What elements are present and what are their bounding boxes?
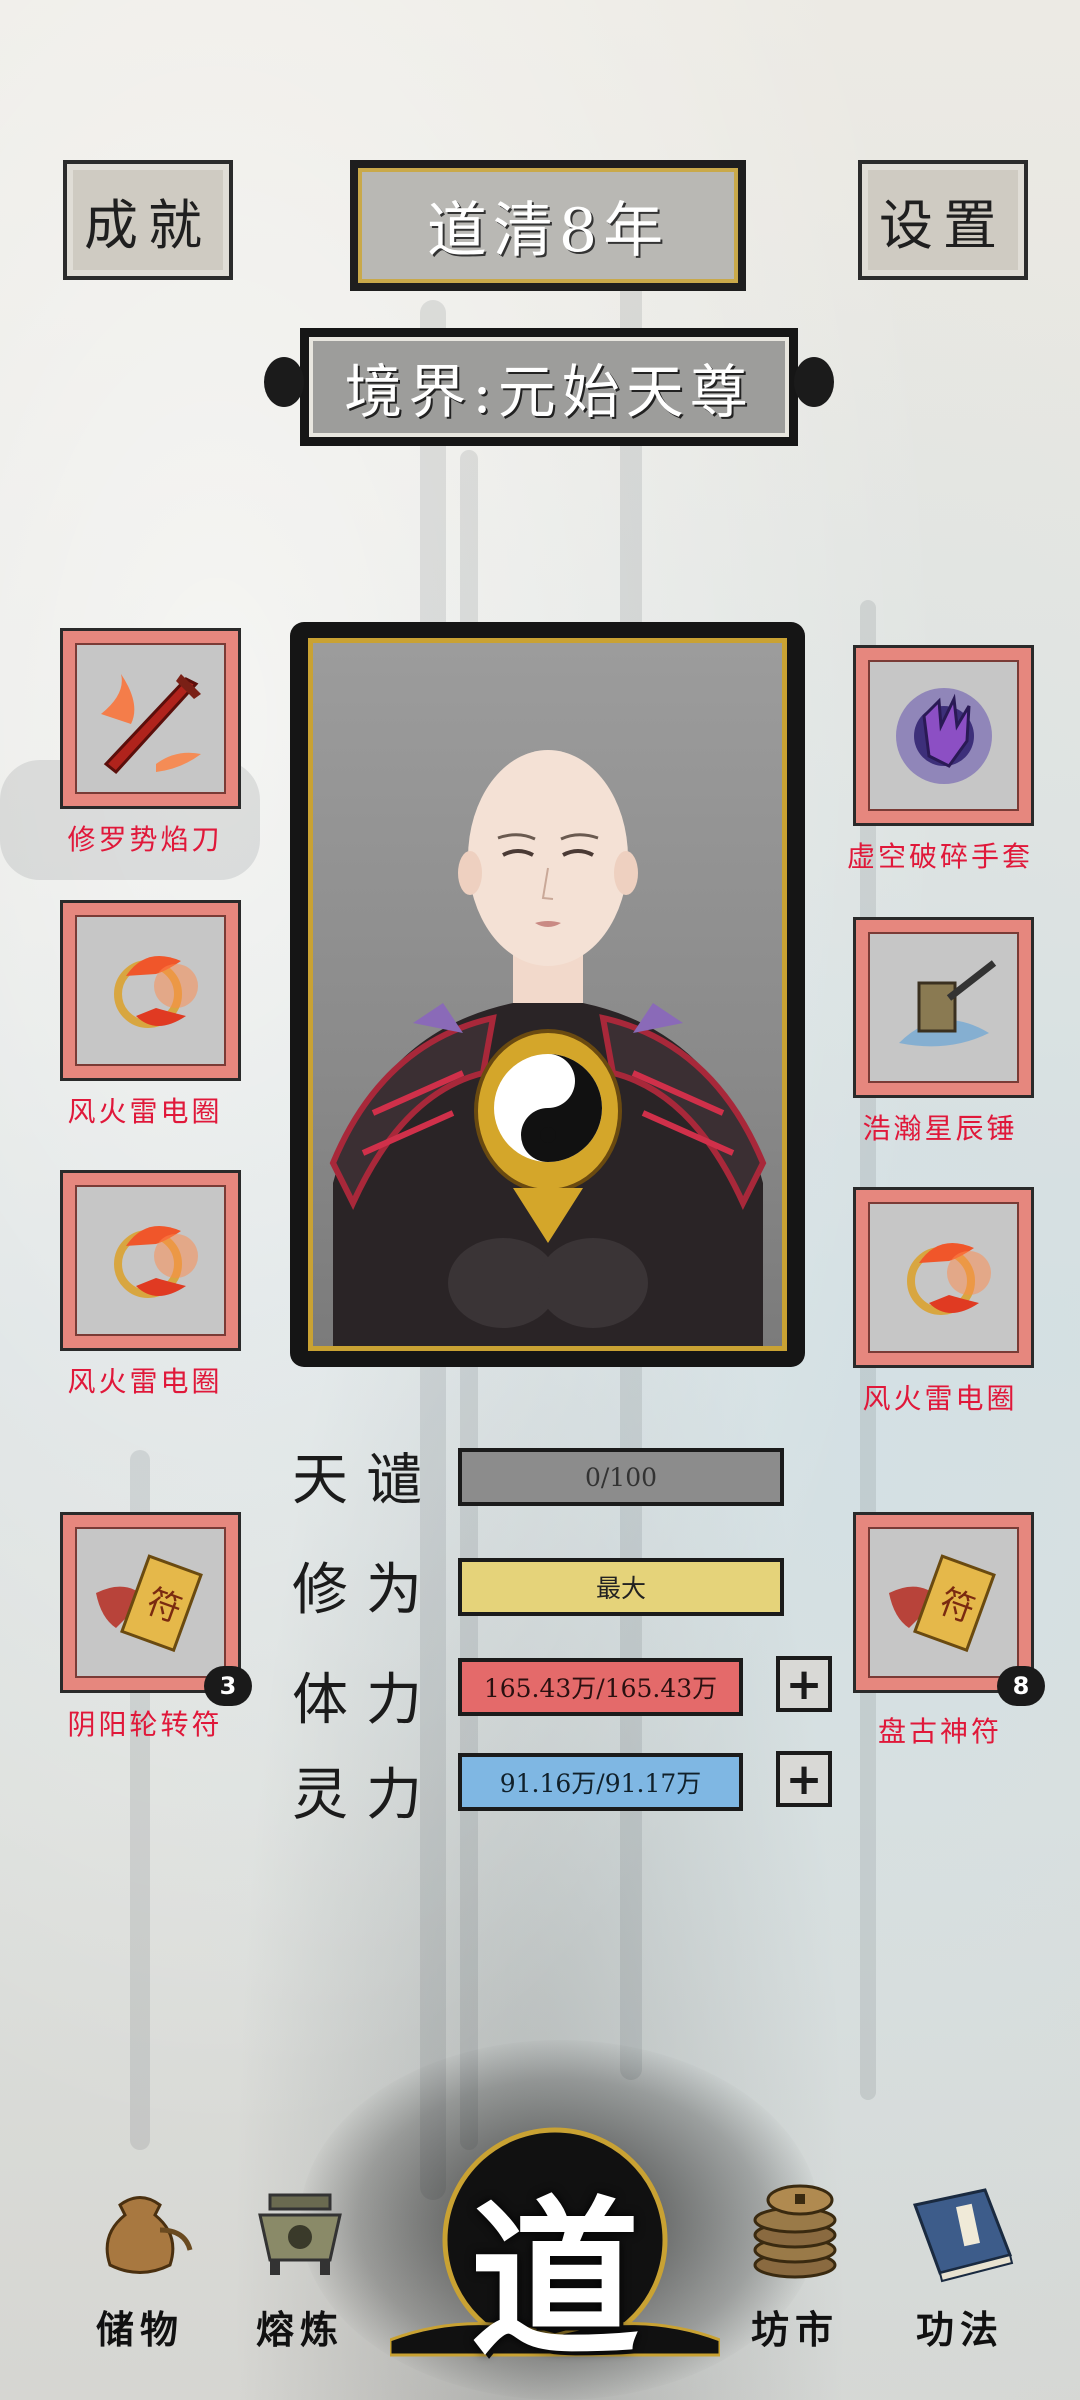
talisman-icon: 符 [75,1527,226,1678]
cauldron-icon [258,2193,342,2275]
character-avatar [329,750,767,1346]
cultivation-bar: 最大 [458,1558,784,1616]
item-count-badge: 3 [204,1666,252,1706]
equipment-name: 浩瀚星辰锤 [862,1112,1018,1145]
book-icon [912,2188,1014,2283]
equipment-name: 风火雷电圈 [862,1382,1018,1415]
plus-icon: + [785,1753,823,1805]
spirit-label: 灵力 [292,1763,440,1828]
spirit-value: 91.16万/91.17万 [499,1769,702,1798]
dao-main-button[interactable]: 道 [390,2120,720,2380]
spirit-bar: 91.16万/91.17万 [458,1753,743,1811]
nav-skills-label: 功法 [915,2307,1004,2352]
stamina-bar: 165.43万/165.43万 [458,1658,743,1716]
tribulation-value: 0/100 [584,1462,658,1492]
tribulation-bar: 0/100 [458,1448,784,1506]
equipment-slot-left-3[interactable] [60,1170,241,1351]
realm-text: 境界:元始天尊 [344,358,754,426]
add-spirit-button[interactable]: + [776,1751,832,1807]
equipment-slot-left-4[interactable]: 符 3 [60,1512,252,1706]
year-title: 道清8年 [426,196,670,266]
fire-ring-icon [75,1185,226,1336]
pouch-icon [105,2196,193,2274]
fire-ring-icon [75,915,226,1066]
nav-market-label: 坊市 [750,2307,839,2352]
equipment-slot-right-3[interactable] [853,1187,1034,1368]
nav-smelting[interactable]: 熔炼 [225,2175,375,2354]
equipment-slot-right-1[interactable] [853,645,1034,826]
dao-label: 道 [469,2180,640,2380]
equipment-slot-left-2[interactable] [60,900,241,1081]
fire-ring-icon [868,1202,1019,1353]
equipment-name: 盘古神符 [877,1715,1002,1748]
nav-market[interactable]: 坊市 [720,2175,870,2354]
coin-stack-icon [753,2184,837,2279]
year-title-plate: 道清8年 [350,160,746,291]
equipment-slot-left-1[interactable] [60,628,241,809]
achievements-label: 成就 [84,193,212,257]
void-gauntlet-icon [868,660,1019,811]
stamina-label: 体力 [292,1668,440,1733]
settings-button[interactable]: 设置 [858,160,1028,280]
equipment-slot-right-2[interactable] [853,917,1034,1098]
star-hammer-icon [868,932,1019,1083]
equipment-name: 修罗势焰刀 [67,823,223,856]
equipment-name: 虚空破碎手套 [846,840,1033,873]
tribulation-label: 天谴 [292,1448,440,1513]
talisman-icon: 符 [868,1527,1019,1678]
nav-smelting-label: 熔炼 [255,2307,344,2352]
realm-plate: 境界:元始天尊 [264,328,834,446]
equipment-name: 风火雷电圈 [67,1095,223,1128]
cultivation-value: 最大 [595,1574,646,1603]
add-stamina-button[interactable]: + [776,1656,832,1712]
equipment-name: 风火雷电圈 [67,1365,223,1398]
nav-storage-label: 储物 [95,2307,184,2352]
character-portrait [290,622,805,1367]
cultivation-label: 修为 [292,1558,440,1623]
equipment-slot-right-4[interactable]: 符 8 [853,1512,1045,1706]
equipment-name: 阴阳轮转符 [67,1708,223,1741]
item-count-badge: 8 [997,1666,1045,1706]
portrait-frame [308,638,787,1351]
stamina-value: 165.43万/165.43万 [483,1674,718,1703]
plus-icon: + [785,1658,823,1710]
flame-sword-icon [75,643,226,794]
nav-skills[interactable]: 功法 [885,2175,1035,2354]
settings-label: 设置 [879,193,1007,257]
achievements-button[interactable]: 成就 [63,160,233,280]
nav-storage[interactable]: 储物 [65,2175,215,2354]
